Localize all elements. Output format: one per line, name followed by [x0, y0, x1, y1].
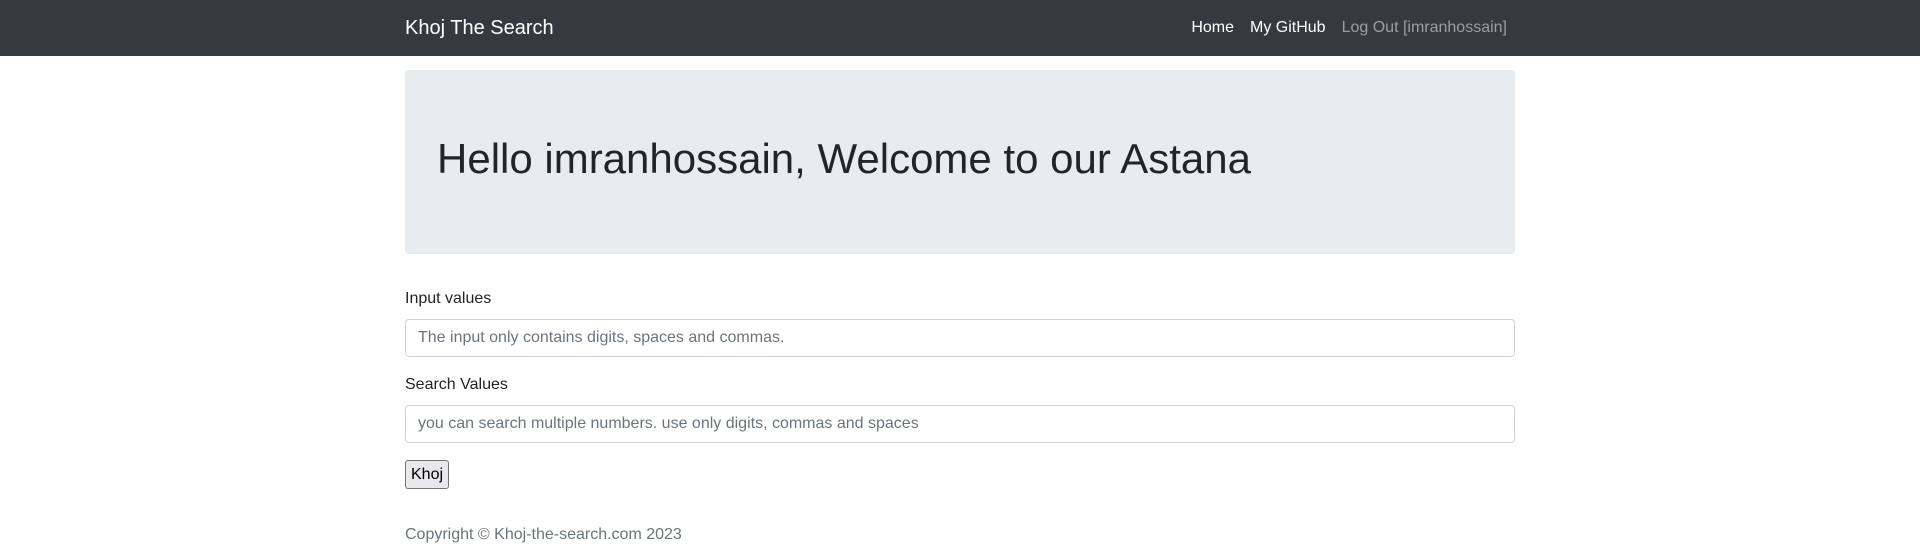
khoj-submit-button[interactable]: Khoj	[405, 460, 450, 489]
search-form: Input values Search Values Khoj	[405, 289, 1515, 489]
brand-link[interactable]: Khoj The Search	[405, 15, 554, 41]
search-values-label: Search Values	[405, 376, 508, 393]
nav-link-home[interactable]: Home	[1191, 17, 1234, 39]
nav-link-github[interactable]: My GitHub	[1250, 17, 1326, 39]
welcome-jumbotron: Hello imranhossain, Welcome to our Astan…	[405, 70, 1515, 254]
input-values-field[interactable]	[405, 319, 1515, 357]
top-navbar: Khoj The Search Home My GitHub Log Out […	[0, 0, 1920, 56]
welcome-heading: Hello imranhossain, Welcome to our Astan…	[437, 135, 1251, 182]
nav-link-logout[interactable]: Log Out [imranhossain]	[1342, 17, 1507, 39]
search-values-group: Search Values	[405, 375, 1515, 443]
nav-links: Home My GitHub Log Out [imranhossain]	[1191, 17, 1507, 39]
search-values-field[interactable]	[405, 405, 1515, 443]
main-container: Hello imranhossain, Welcome to our Astan…	[405, 70, 1515, 545]
input-values-label: Input values	[405, 290, 492, 307]
footer-copyright: Copyright © Khoj-the-search.com 2023	[405, 526, 682, 543]
navbar-container: Khoj The Search Home My GitHub Log Out […	[405, 0, 1515, 56]
input-values-group: Input values	[405, 289, 1515, 357]
